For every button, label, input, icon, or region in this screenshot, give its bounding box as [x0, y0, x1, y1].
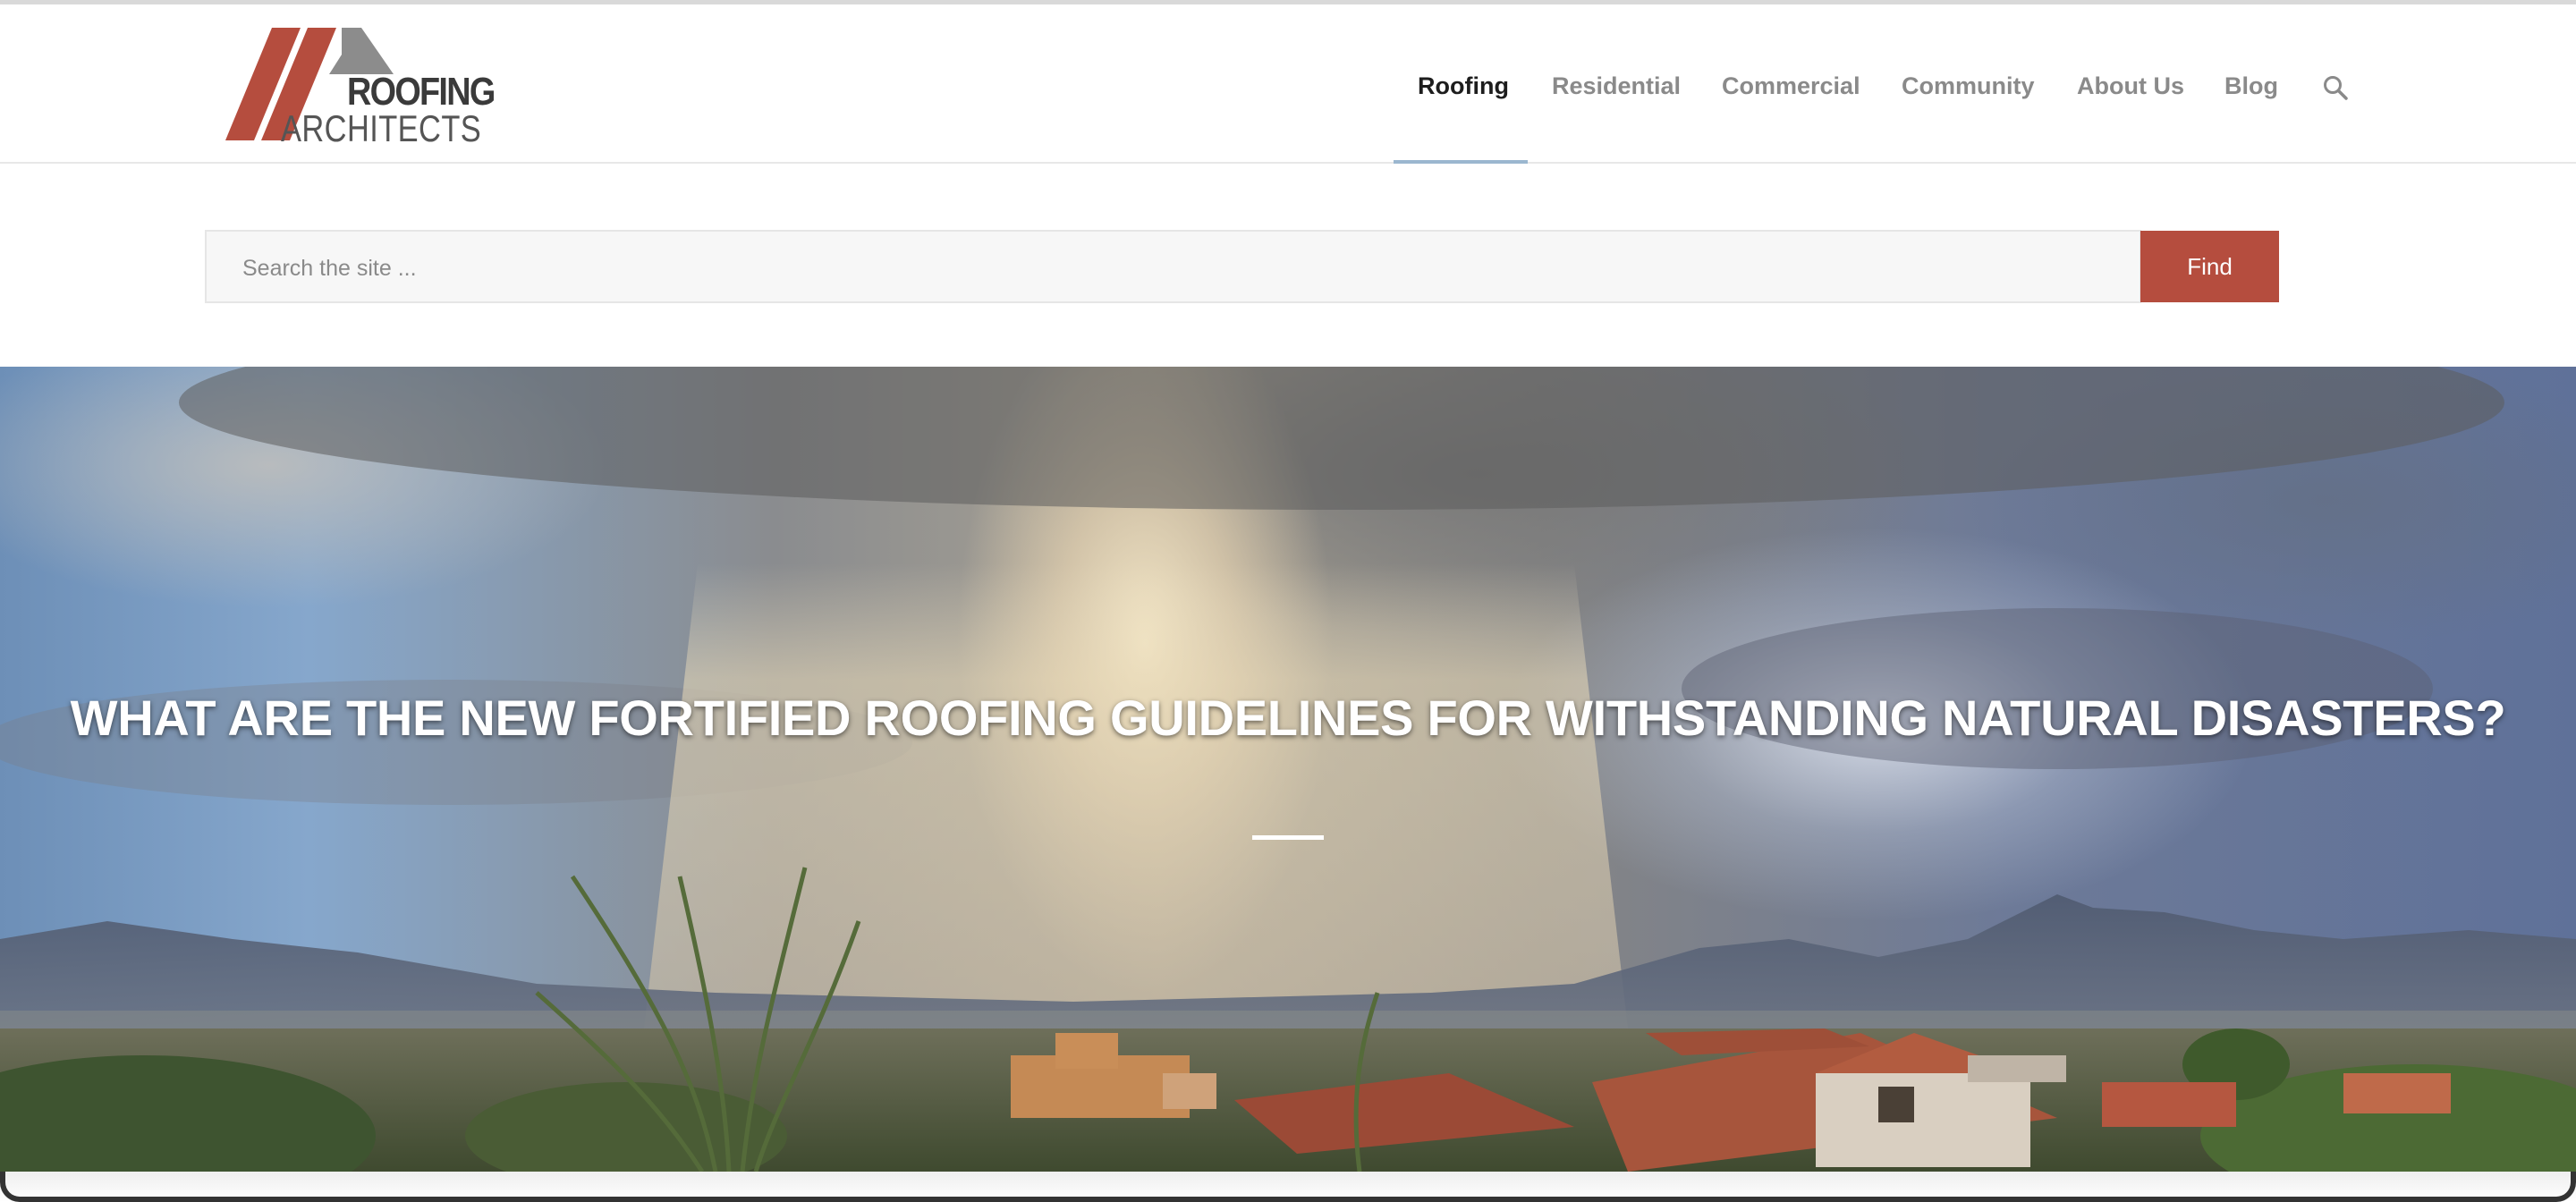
nav-item-blog[interactable]: Blog	[2224, 72, 2278, 100]
nav-item-commercial[interactable]: Commercial	[1722, 72, 1860, 100]
nav-item-residential[interactable]: Residential	[1552, 72, 1681, 100]
search-input[interactable]	[207, 232, 2143, 305]
nav-item-about-us[interactable]: About Us	[2077, 72, 2184, 100]
search-field-wrapper	[205, 230, 2143, 305]
search-icon[interactable]	[2322, 74, 2349, 101]
nav-item-community[interactable]: Community	[1902, 72, 2035, 100]
nav-item-roofing[interactable]: Roofing	[1418, 72, 1509, 100]
logo-text-architects: ARCHITECTS	[281, 107, 482, 149]
hero-title: WHAT ARE THE NEW FORTIFIED ROOFING GUIDE…	[70, 690, 2506, 746]
hero-divider	[1252, 835, 1324, 840]
page-content-edge	[0, 1172, 2576, 1202]
site-logo[interactable]: ROOFING ARCHITECTS	[225, 26, 496, 149]
hero-landscape-image	[0, 367, 2576, 1172]
find-button[interactable]: Find	[2140, 231, 2279, 302]
nav-active-indicator	[1394, 160, 1528, 164]
logo-text-roofing: ROOFING	[347, 70, 496, 114]
hero-banner: WHAT ARE THE NEW FORTIFIED ROOFING GUIDE…	[0, 367, 2576, 1172]
site-header: ROOFING ARCHITECTS Roofing Residential C…	[0, 4, 2576, 164]
